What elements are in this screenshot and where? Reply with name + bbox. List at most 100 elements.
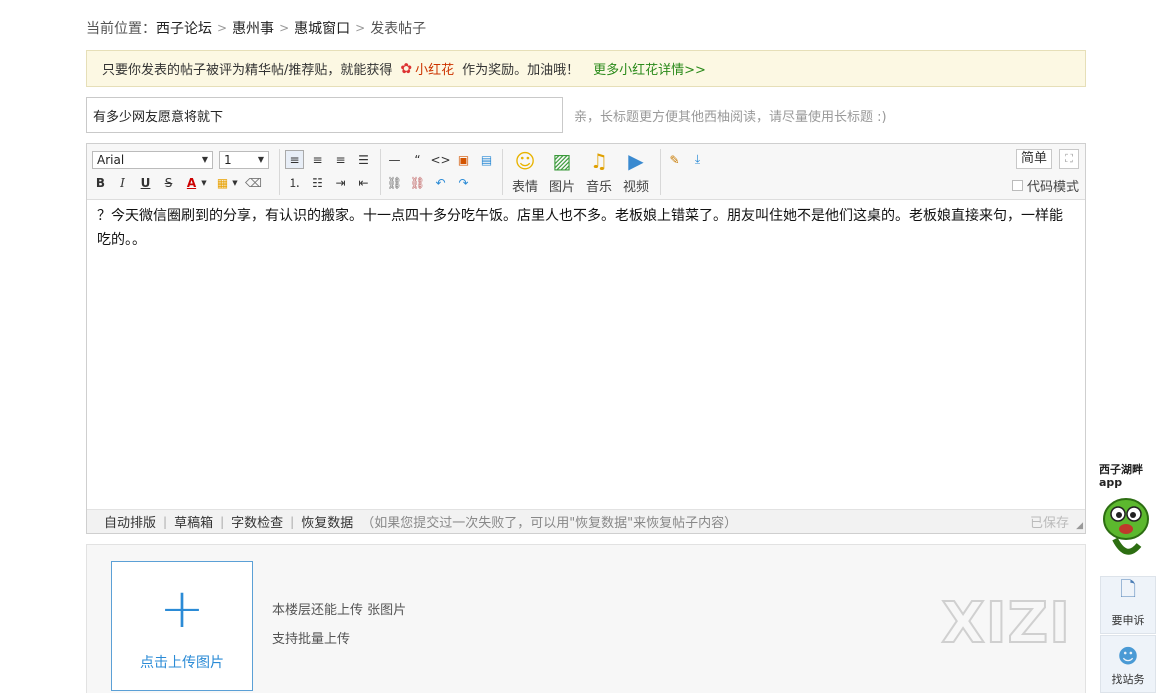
breadcrumb-link-huizhou[interactable]: 惠州事 xyxy=(232,18,274,38)
upload-info: 本楼层还能上传 张图片 支持批量上传 xyxy=(272,596,406,654)
unordered-list-icon[interactable]: ☷ xyxy=(308,173,327,192)
breadcrumb-link-huicheng[interactable]: 惠城窗口 xyxy=(294,18,350,38)
italic-icon[interactable]: I xyxy=(113,173,132,192)
breadcrumb-link-forum[interactable]: 西子论坛 xyxy=(156,18,212,38)
complain-button[interactable]: 🗋 要申诉 xyxy=(1100,576,1156,634)
download-icon[interactable]: ⤓ xyxy=(688,150,707,169)
caret-down-icon[interactable]: ▼ xyxy=(230,173,240,192)
code-mode-checkbox[interactable] xyxy=(1011,180,1023,191)
free-content-icon[interactable]: ▣ xyxy=(454,150,473,169)
saved-status: 已保存 xyxy=(1029,516,1069,531)
toolbar-divider xyxy=(380,149,381,195)
font-size-value: 1 xyxy=(224,153,232,167)
image-upload-area: + 点击上传图片 本楼层还能上传 张图片 支持批量上传 XIZI xyxy=(86,544,1086,693)
statusbar-divider: | xyxy=(220,514,225,529)
notice-text-after: 作为奖励。加油哦！ xyxy=(462,63,580,78)
flower-label: 小红花 xyxy=(415,63,455,78)
flower-icon: ✿ xyxy=(400,60,413,77)
document-icon: 🗋 xyxy=(1119,577,1137,601)
emoji-button[interactable]: ☺ 表情 xyxy=(507,148,543,196)
font-family-select[interactable]: Arial ▼ xyxy=(92,151,213,169)
link-icon[interactable]: ⛓ xyxy=(385,173,404,192)
caret-down-icon[interactable]: ▼ xyxy=(199,173,209,192)
hide-content-icon[interactable]: ▤ xyxy=(477,150,496,169)
align-justify-icon[interactable]: ☰ xyxy=(354,150,373,169)
chevron-right-icon: > xyxy=(279,21,290,35)
emoji-label: 表情 xyxy=(511,180,538,195)
ordered-list-icon[interactable]: ⒈ xyxy=(285,173,304,192)
breadcrumb-prefix: 当前位置： xyxy=(86,21,156,37)
breadcrumb-current: 发表帖子 xyxy=(370,21,427,37)
restore-data-link[interactable]: 恢复数据 xyxy=(301,512,353,531)
drafts-link[interactable]: 草稿箱 xyxy=(174,512,213,531)
code-icon[interactable]: <> xyxy=(430,150,450,169)
image-button[interactable]: ▨ 图片 xyxy=(544,148,580,196)
video-icon: ▶ xyxy=(628,149,644,173)
editor-toolbar: Arial ▼ 1 ▼ B I U S A ▼ ▦ ▼ ⌫ ≡ ≡ ≡ ☰ ⒈ … xyxy=(87,144,1085,200)
post-editor: Arial ▼ 1 ▼ B I U S A ▼ ▦ ▼ ⌫ ≡ ≡ ≡ ☰ ⒈ … xyxy=(86,143,1086,534)
more-flower-link[interactable]: 更多小红花详情>> xyxy=(593,59,706,78)
upload-batch-text: 支持批量上传 xyxy=(272,632,351,647)
music-icon: ♫ xyxy=(590,149,608,173)
reward-notice: 只要你发表的帖子被评为精华帖/推荐贴，就能获得 ✿ 小红花 作为奖励。加油哦！ … xyxy=(86,50,1086,87)
font-family-value: Arial xyxy=(97,153,125,167)
app-promo-subtitle: app xyxy=(1099,476,1123,489)
upload-image-button[interactable]: + 点击上传图片 xyxy=(111,561,253,691)
align-right-icon[interactable]: ≡ xyxy=(331,150,350,169)
music-label: 音乐 xyxy=(585,180,612,195)
service-label: 找站务 xyxy=(1111,673,1145,686)
align-left-icon[interactable]: ≡ xyxy=(285,150,304,169)
toolbar-divider xyxy=(279,149,280,195)
bold-icon[interactable]: B xyxy=(91,173,110,192)
video-label: 视频 xyxy=(622,180,649,195)
title-input[interactable] xyxy=(86,97,563,133)
align-center-icon[interactable]: ≡ xyxy=(308,150,327,169)
app-promo[interactable]: 西子湖畔 app xyxy=(1099,463,1156,563)
edit-user-icon[interactable]: ✎ xyxy=(665,150,684,169)
music-button[interactable]: ♫ 音乐 xyxy=(581,148,617,196)
eraser-icon[interactable]: ⌫ xyxy=(244,173,263,192)
editor-content[interactable]: ？今天微信圈刷到的分享，有认识的搬家。十一点四十多分吃午饭。店里人也不多。老板娘… xyxy=(87,201,1085,509)
smiley-icon: ☺ xyxy=(514,149,536,173)
font-size-select[interactable]: 1 ▼ xyxy=(219,151,269,169)
redo-icon[interactable]: ↷ xyxy=(454,173,473,192)
restore-hint: （如果您提交过一次失败了，可以用"恢复数据"来恢复帖子内容） xyxy=(361,516,738,531)
title-tip: 亲，长标题更方便其他西柚阅读，请尽量使用长标题 :) xyxy=(574,110,887,125)
statusbar-divider: | xyxy=(163,514,168,529)
toolbar-divider xyxy=(502,149,503,195)
indent-icon[interactable]: ⇥ xyxy=(331,173,350,192)
simple-mode-button[interactable]: 简单 xyxy=(1015,149,1052,169)
user-support-icon: ☻ xyxy=(1117,644,1139,668)
statusbar-divider: | xyxy=(290,514,295,529)
unlink-icon[interactable]: ⛓ xyxy=(408,173,427,192)
video-button[interactable]: ▶ 视频 xyxy=(618,148,654,196)
breadcrumb: 当前位置： 西子论坛 > 惠州事 > 惠城窗口 > 发表帖子 xyxy=(86,18,426,38)
strikethrough-icon[interactable]: S xyxy=(159,173,178,192)
service-button[interactable]: ☻ 找站务 xyxy=(1100,635,1156,693)
code-mode-label: 代码模式 xyxy=(1026,180,1079,195)
code-mode-toggle[interactable]: 代码模式 xyxy=(1011,176,1079,195)
resize-grip-icon[interactable]: ◢ xyxy=(1076,521,1083,531)
mascot-icon xyxy=(1103,498,1149,555)
notice-text: 只要你发表的帖子被评为精华帖/推荐贴，就能获得 xyxy=(102,63,393,78)
outdent-icon[interactable]: ⇤ xyxy=(354,173,373,192)
caret-down-icon: ▼ xyxy=(201,155,208,164)
upload-button-label: 点击上传图片 xyxy=(140,655,224,671)
horizontal-rule-icon[interactable]: — xyxy=(385,150,404,169)
complain-label: 要申诉 xyxy=(1111,614,1145,627)
quote-icon[interactable]: “ xyxy=(408,150,427,169)
editor-statusbar: 自动排版 | 草稿箱 | 字数检查 | 恢复数据 （如果您提交过一次失败了，可以… xyxy=(87,509,1085,533)
chevron-right-icon: > xyxy=(355,21,366,35)
toolbar-divider xyxy=(660,149,661,195)
undo-icon[interactable]: ↶ xyxy=(431,173,450,192)
auto-format-link[interactable]: 自动排版 xyxy=(104,512,156,531)
app-promo-title: 西子湖畔 xyxy=(1099,463,1143,476)
caret-down-icon: ▼ xyxy=(257,155,264,164)
word-count-link[interactable]: 字数检查 xyxy=(231,512,283,531)
image-label: 图片 xyxy=(548,180,575,195)
upload-remaining-text: 本楼层还能上传 张图片 xyxy=(272,603,407,618)
underline-icon[interactable]: U xyxy=(136,173,155,192)
fullscreen-icon[interactable]: ⛶ xyxy=(1059,149,1079,169)
image-icon: ▨ xyxy=(552,149,572,173)
xizi-watermark: XIZI xyxy=(941,590,1071,657)
